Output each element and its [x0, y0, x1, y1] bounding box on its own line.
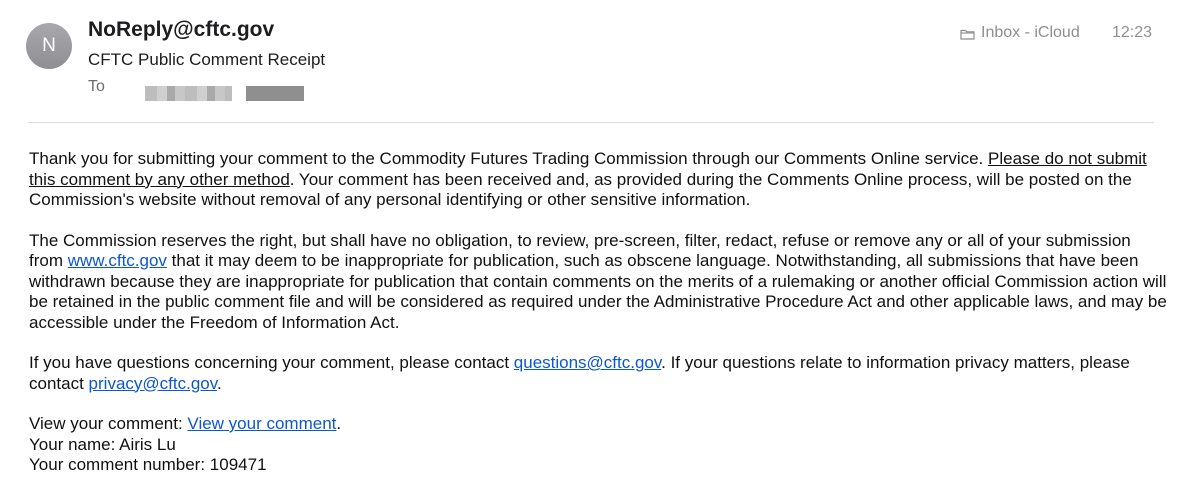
questions-email-link[interactable]: questions@cftc.gov — [514, 353, 661, 372]
received-time: 12:23 — [1112, 24, 1153, 41]
commenter-name: Your name: Airis Lu — [29, 434, 176, 454]
view-comment-line: View your comment: View your comment. — [29, 414, 1169, 435]
folder-icon — [960, 28, 975, 40]
sender-address[interactable]: NoReply@cftc.gov — [88, 18, 274, 42]
email-header: N NoReply@cftc.gov CFTC Public Comment R… — [0, 0, 1200, 122]
header-divider — [28, 122, 1154, 123]
cftc-website-link[interactable]: www.cftc.gov — [68, 251, 167, 270]
view-comment-label: View your comment: — [29, 414, 188, 433]
mailbox-label: Inbox - iCloud — [981, 24, 1080, 41]
p3-text-start: If you have questions concerning your co… — [29, 353, 514, 372]
view-comment-link[interactable]: View your comment — [187, 414, 336, 433]
paragraph-thank-you: Thank you for submitting your comment to… — [29, 149, 1169, 211]
comment-details: View your comment: View your comment. Yo… — [29, 414, 1169, 476]
comment-number: Your comment number: 109471 — [29, 455, 267, 474]
p3-text-end: . — [216, 373, 222, 393]
paragraph-reservation: The Commission reserves the right, but s… — [29, 231, 1169, 334]
mailbox-indicator[interactable]: Inbox - iCloud — [960, 24, 1080, 42]
avatar-initial: N — [42, 35, 56, 56]
p1-text-start: Thank you for submitting your comment to… — [29, 149, 988, 168]
email-subject: CFTC Public Comment Receipt — [88, 50, 326, 69]
view-comment-end: . — [336, 414, 342, 433]
privacy-email-link[interactable]: privacy@cftc.gov — [89, 374, 217, 393]
paragraph-contact: If you have questions concerning your co… — [29, 353, 1169, 394]
redacted-recipient-address — [246, 86, 304, 101]
p2-text-end: that it may deem to be inappropriate for… — [29, 251, 1167, 332]
redacted-recipient-name — [145, 86, 232, 101]
email-body: Thank you for submitting your comment to… — [29, 149, 1169, 476]
recipient-label: To — [88, 78, 105, 95]
sender-avatar: N — [26, 23, 72, 69]
